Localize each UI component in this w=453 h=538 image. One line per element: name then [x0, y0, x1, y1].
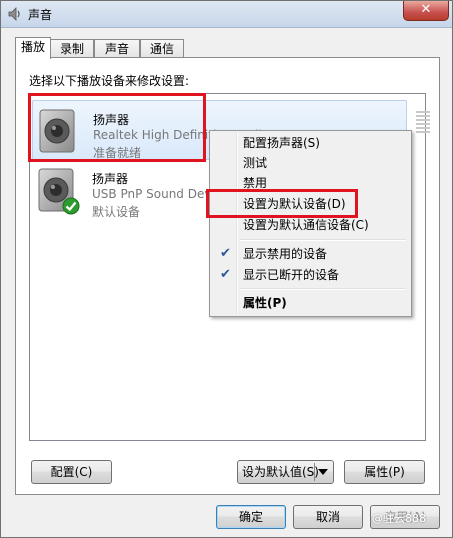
context-menu: 配置扬声器(S) 测试 禁用 设置为默认设备(D) 设置为默认通信设备(C) ✔… [209, 130, 412, 317]
menu-item-show-disconnected[interactable]: ✔ 显示已断开的设备 [213, 265, 408, 285]
window-title: 声音 [28, 8, 53, 22]
tab-communications[interactable]: 通信 [140, 39, 184, 57]
title-bar[interactable]: 声音 ✕ [1, 1, 452, 28]
menu-item-set-default-comm-device[interactable]: 设置为默认通信设备(C) [213, 215, 408, 235]
menu-item-label: 配置扬声器(S) [243, 136, 320, 150]
split-separator [314, 463, 315, 481]
menu-item-show-disabled[interactable]: ✔ 显示禁用的设备 [213, 244, 408, 264]
menu-item-label: 设置为默认通信设备(C) [243, 218, 369, 232]
cancel-button[interactable]: 取消 [293, 505, 363, 529]
checkmark-icon: ✔ [220, 267, 231, 282]
configure-button[interactable]: 配置(C) [31, 460, 112, 484]
tab-sounds[interactable]: 声音 [94, 39, 140, 57]
menu-item-test[interactable]: 测试 [213, 153, 408, 173]
close-button[interactable]: ✕ [403, 1, 449, 21]
menu-separator [240, 288, 406, 290]
highlight-box-device [28, 93, 206, 162]
ok-button[interactable]: 确定 [216, 505, 286, 529]
set-default-label: 设为默认值(S) [242, 465, 319, 479]
menu-item-label: 显示已断开的设备 [243, 268, 340, 282]
speaker-icon [8, 7, 20, 21]
tab-recording[interactable]: 录制 [50, 39, 94, 57]
chevron-down-icon[interactable] [318, 469, 328, 475]
menu-item-properties[interactable]: 属性(P) [213, 293, 408, 313]
sound-dialog: 声音 ✕ 播放 录制 声音 通信 选择以下播放设备来修改设置: 扬声器 Real… [0, 0, 453, 538]
properties-button[interactable]: 属性(P) [344, 460, 425, 484]
menu-item-label: 测试 [243, 156, 268, 170]
checkmark-icon: ✔ [220, 246, 231, 261]
tab-playback[interactable]: 播放 [15, 37, 51, 59]
device-name: 扬声器 [92, 172, 129, 186]
highlight-box-menu-item [206, 189, 358, 218]
set-default-button[interactable]: 设为默认值(S) [237, 460, 334, 484]
default-check-icon [62, 197, 80, 215]
volume-meter-icon [416, 111, 430, 133]
menu-item-label: 显示禁用的设备 [243, 247, 328, 261]
menu-separator [240, 239, 406, 241]
instruction-text: 选择以下播放设备来修改设置: [29, 74, 190, 88]
menu-item-label: 属性(P) [243, 296, 287, 310]
device-status: 默认设备 [92, 205, 141, 219]
menu-item-configure-speakers[interactable]: 配置扬声器(S) [213, 133, 408, 153]
watermark-text: @驻云888 [372, 512, 426, 525]
